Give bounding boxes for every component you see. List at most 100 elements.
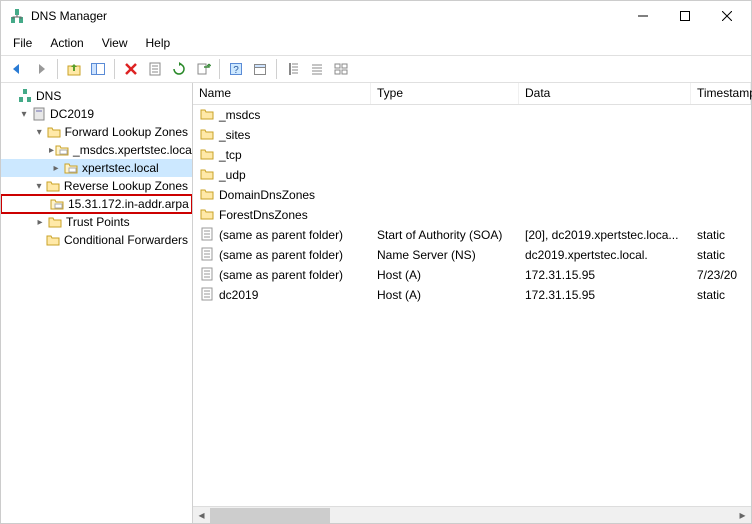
chevron-right-icon[interactable]: ▸ — [49, 163, 63, 174]
cell-type: Start of Authority (SOA) — [371, 228, 519, 242]
chevron-down-icon[interactable]: ▾ — [33, 127, 46, 138]
list-row[interactable]: (same as parent folder)Name Server (NS)d… — [193, 245, 751, 265]
toolbar-separator — [114, 59, 115, 79]
cell-name: DomainDnsZones — [193, 186, 371, 205]
tree-label: DNS — [36, 89, 61, 103]
scroll-track[interactable] — [210, 508, 734, 523]
filter-button-2[interactable] — [307, 59, 327, 79]
tree-pane: DNS ▾ DC2019 ▾ Forward Lookup Zones ▸ _m… — [1, 83, 193, 523]
list-row[interactable]: dc2019Host (A)172.31.15.95static — [193, 285, 751, 305]
cell-data: dc2019.xpertstec.local. — [519, 248, 691, 262]
cell-name: _msdcs — [193, 106, 371, 125]
up-button[interactable] — [64, 59, 84, 79]
export-button[interactable] — [193, 59, 213, 79]
folder-icon — [199, 166, 215, 185]
cell-name: _sites — [193, 126, 371, 145]
col-header-name[interactable]: Name — [193, 83, 371, 104]
chevron-right-icon[interactable]: ▸ — [33, 217, 47, 228]
list-row[interactable]: DomainDnsZones — [193, 185, 751, 205]
tree-label: DC2019 — [50, 107, 94, 121]
folder-icon — [199, 186, 215, 205]
tree-node-dns[interactable]: DNS — [1, 87, 192, 105]
app-icon — [9, 8, 25, 24]
cell-name: (same as parent folder) — [193, 266, 371, 285]
list-row[interactable]: ForestDnsZones — [193, 205, 751, 225]
folder-icon — [199, 106, 215, 125]
cell-text: DomainDnsZones — [219, 188, 315, 202]
help-button[interactable]: ? — [226, 59, 246, 79]
folder-icon — [199, 146, 215, 165]
cell-text: _sites — [219, 128, 250, 142]
new-window-button[interactable] — [250, 59, 270, 79]
menu-view[interactable]: View — [102, 36, 128, 50]
tree-node-msdcs-zone[interactable]: ▸ _msdcs.xpertstec.local — [1, 141, 192, 159]
tree-node-rlz[interactable]: ▾ Reverse Lookup Zones — [1, 177, 192, 195]
scroll-thumb[interactable] — [210, 508, 330, 523]
tree-node-trust-points[interactable]: ▸ Trust Points — [1, 213, 192, 231]
window-title: DNS Manager — [31, 9, 631, 23]
cell-name: ForestDnsZones — [193, 206, 371, 225]
cell-data: 172.31.15.95 — [519, 288, 691, 302]
toolbar-separator — [276, 59, 277, 79]
col-header-timestamp[interactable]: Timestamp — [691, 83, 751, 104]
list-row[interactable]: _sites — [193, 125, 751, 145]
cell-name: dc2019 — [193, 286, 371, 305]
list-pane: Name Type Data Timestamp _msdcs _sites _tc… — [193, 83, 751, 523]
cell-name: _udp — [193, 166, 371, 185]
tree-node-conditional-forwarders[interactable]: Conditional Forwarders — [1, 231, 192, 249]
toolbar: ? — [1, 55, 751, 83]
horizontal-scrollbar[interactable]: ◂ ▸ — [193, 506, 751, 523]
list-body: _msdcs _sites _tcp _udp DomainDnsZones Forest… — [193, 105, 751, 506]
tree-node-reverse-zone[interactable]: 15.31.172.in-addr.arpa — [1, 195, 192, 213]
list-row[interactable]: _msdcs — [193, 105, 751, 125]
record-icon — [199, 246, 215, 265]
cell-timestamp: static — [691, 288, 751, 302]
properties-button[interactable] — [145, 59, 165, 79]
folder-icon — [45, 178, 61, 194]
menu-action[interactable]: Action — [50, 36, 83, 50]
filter-button-1[interactable] — [283, 59, 303, 79]
maximize-button[interactable] — [673, 4, 697, 28]
cell-text: (same as parent folder) — [219, 228, 343, 242]
menu-help[interactable]: Help — [146, 36, 171, 50]
record-icon — [199, 266, 215, 285]
folder-icon — [45, 232, 61, 248]
folder-icon — [199, 206, 215, 225]
tree-node-server[interactable]: ▾ DC2019 — [1, 105, 192, 123]
back-button[interactable] — [7, 59, 27, 79]
scroll-left-icon[interactable]: ◂ — [193, 507, 210, 524]
folder-icon — [47, 214, 63, 230]
cell-name: (same as parent folder) — [193, 246, 371, 265]
cell-name: _tcp — [193, 146, 371, 165]
tree-label: xpertstec.local — [82, 161, 159, 175]
col-header-data[interactable]: Data — [519, 83, 691, 104]
tree-node-flz[interactable]: ▾ Forward Lookup Zones — [1, 123, 192, 141]
chevron-down-icon[interactable]: ▾ — [33, 181, 45, 192]
cell-data: [20], dc2019.xpertstec.loca... — [519, 228, 691, 242]
forward-button[interactable] — [31, 59, 51, 79]
cell-text: (same as parent folder) — [219, 268, 343, 282]
list-row[interactable]: (same as parent folder) Host (A)172.31.15… — [193, 265, 751, 285]
delete-button[interactable] — [121, 59, 141, 79]
tree-label: Forward Lookup Zones — [65, 125, 188, 139]
col-header-type[interactable]: Type — [371, 83, 519, 104]
tree-label: 15.31.172.in-addr.arpa — [68, 197, 189, 211]
show-hide-tree-button[interactable] — [88, 59, 108, 79]
menu-file[interactable]: File — [13, 36, 32, 50]
chevron-down-icon[interactable]: ▾ — [17, 109, 31, 120]
list-row[interactable]: _tcp — [193, 145, 751, 165]
list-row[interactable]: (same as parent folder) Start of Authorit… — [193, 225, 751, 245]
minimize-button[interactable] — [631, 4, 655, 28]
cell-type: Name Server (NS) — [371, 248, 519, 262]
cell-data: 172.31.15.95 — [519, 268, 691, 282]
cell-type: Host (A) — [371, 268, 519, 282]
cell-text: _tcp — [219, 148, 242, 162]
refresh-button[interactable] — [169, 59, 189, 79]
close-button[interactable] — [715, 4, 739, 28]
list-row[interactable]: _udp — [193, 165, 751, 185]
filter-button-3[interactable] — [331, 59, 351, 79]
cell-name: (same as parent folder) — [193, 226, 371, 245]
tree-node-xpertstec-zone[interactable]: ▸ xpertstec.local — [1, 159, 192, 177]
scroll-right-icon[interactable]: ▸ — [734, 507, 751, 524]
tree-label: _msdcs.xpertstec.local — [73, 143, 193, 157]
